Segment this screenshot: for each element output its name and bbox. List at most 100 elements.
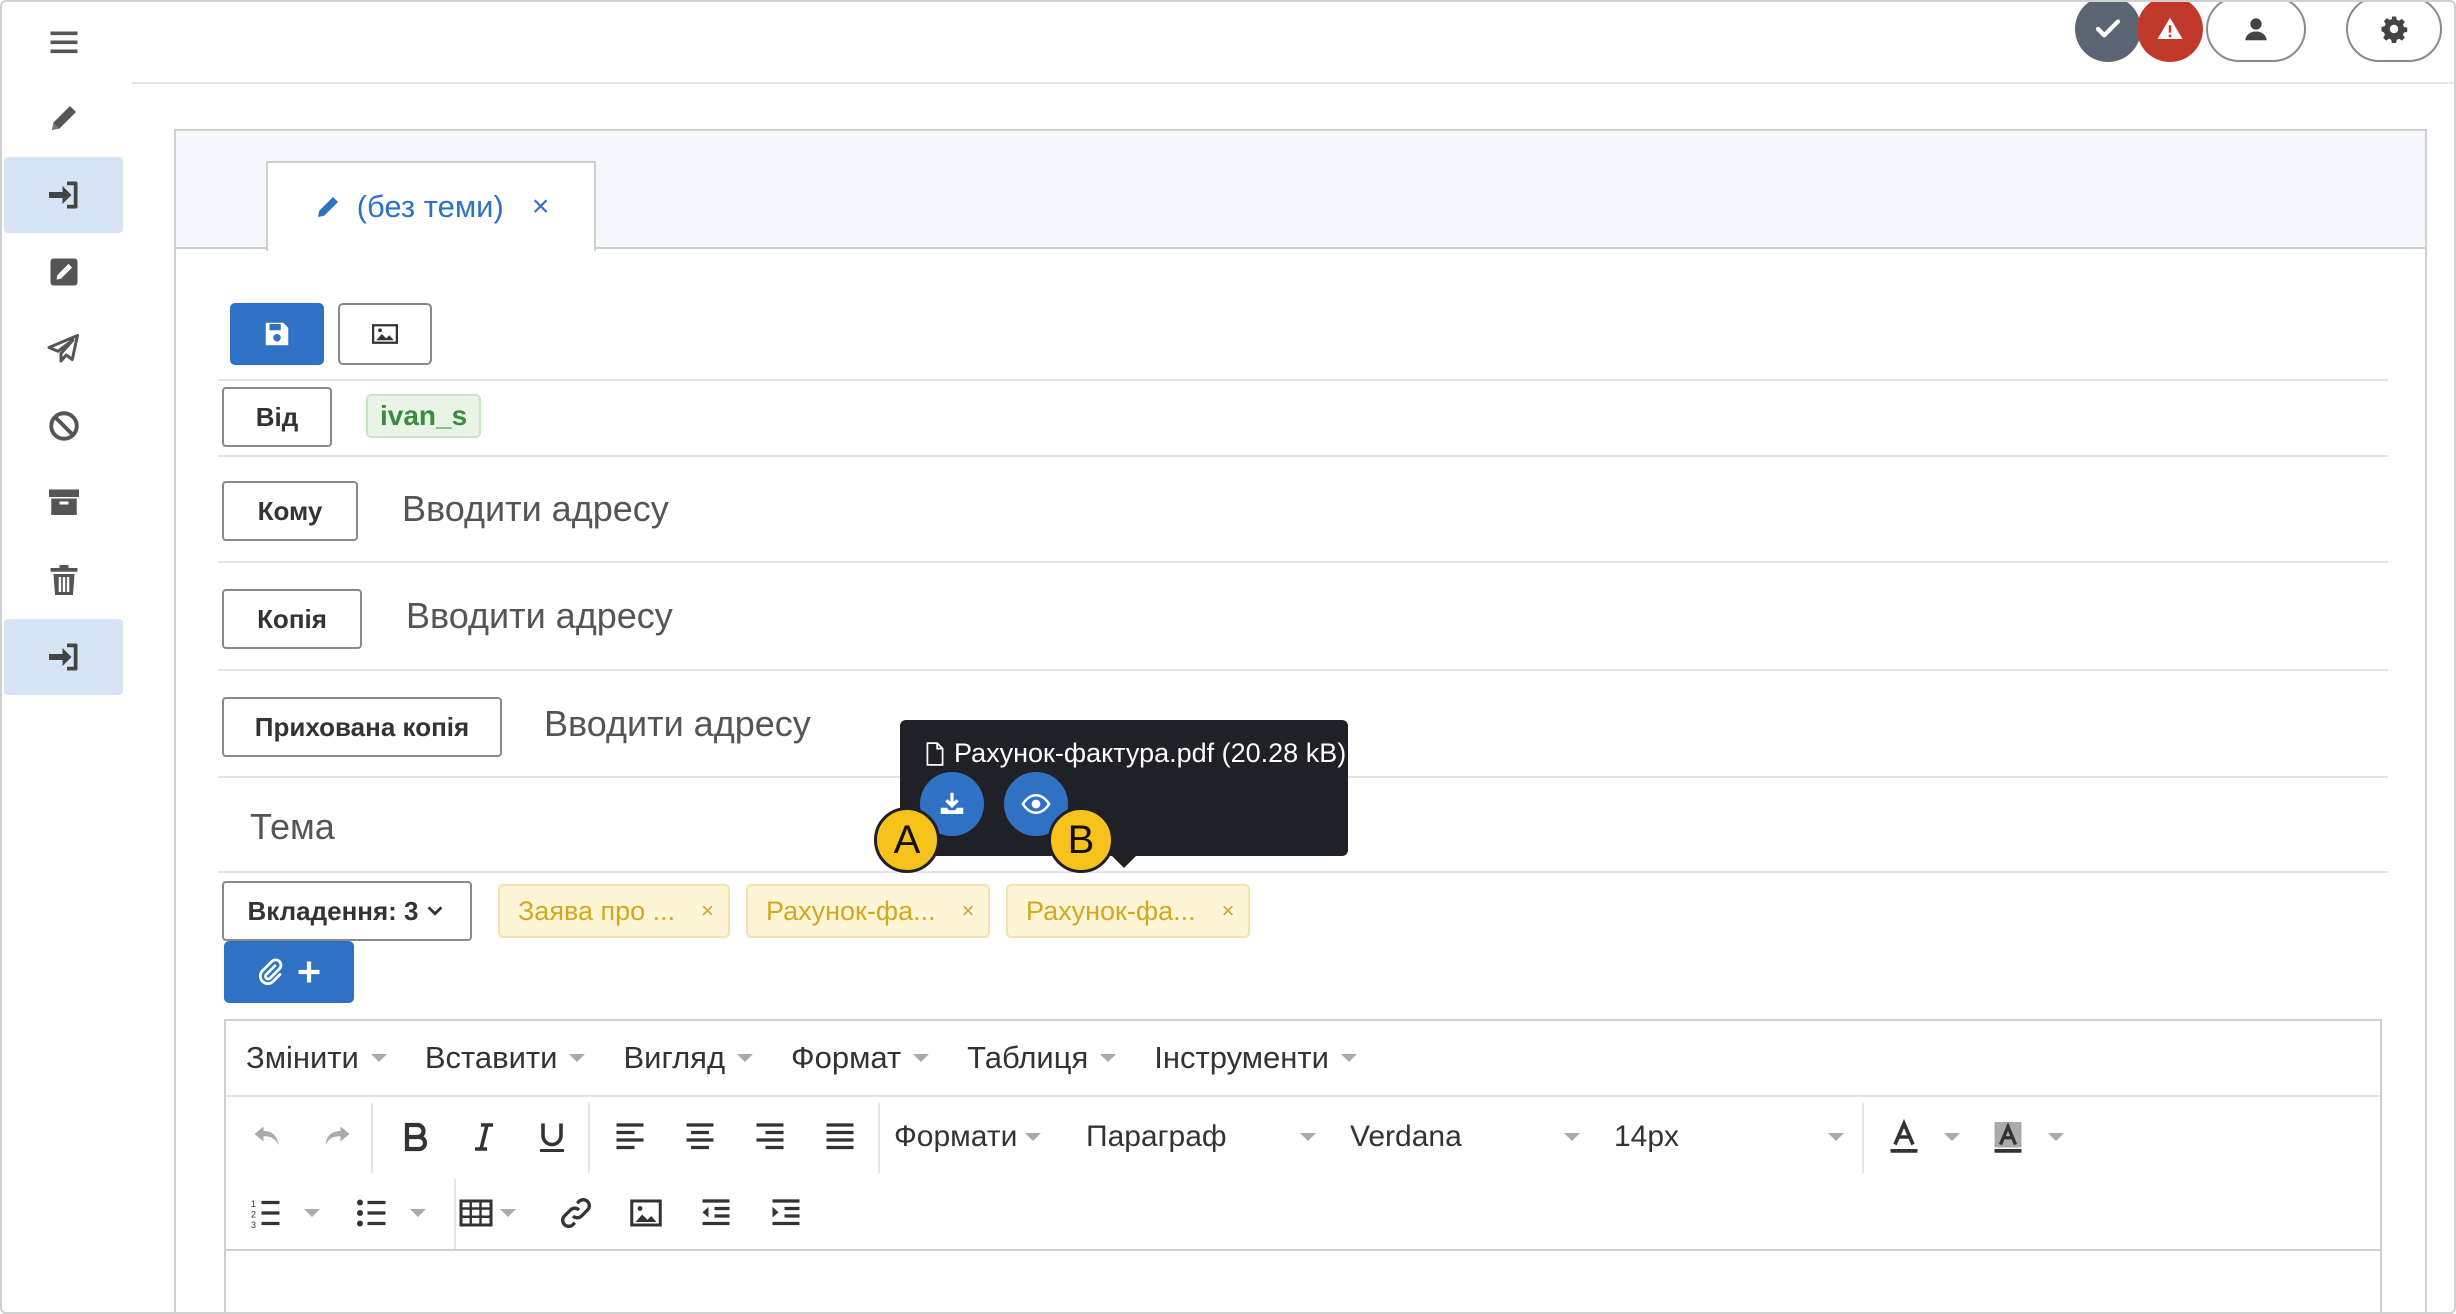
attachment-chip[interactable]: Рахунок-фа... × [746,884,991,938]
attachments-label: Вкладення: 3 [247,895,419,926]
bcc-button[interactable]: Прихована копія [222,697,502,757]
underline-button[interactable] [530,1115,574,1159]
redo-button[interactable] [314,1115,358,1159]
tooltip-arrow [1110,854,1138,868]
alert-button[interactable] [2137,2,2203,62]
menu-insert-label: Вставити [424,1040,558,1075]
block-format-label: Параграф [1086,1120,1227,1153]
outdent-button[interactable] [694,1191,738,1235]
svg-text:1: 1 [251,1199,256,1209]
sidebar-item-trash[interactable] [4,542,123,618]
align-right-button[interactable] [748,1115,792,1159]
remove-attachment-icon[interactable]: × [1222,898,1235,924]
from-user-chip: ivan_s [366,394,482,438]
insert-link-button[interactable] [554,1191,598,1235]
sidebar-item-sent[interactable] [4,311,123,387]
menu-tools[interactable]: Інструменти [1154,1040,1357,1076]
align-justify-button[interactable] [818,1115,862,1159]
rich-text-editor: Змінити Вставити Вигляд Формат Таблиця І… [224,1019,2382,1312]
topbar [132,2,2454,84]
divider [218,669,2388,671]
warning-icon [2157,17,2183,39]
attachments-dropdown[interactable]: Вкладення: 3 [222,881,472,941]
menu-table-label: Таблиця [967,1040,1089,1075]
menu-view[interactable]: Вигляд [623,1040,754,1076]
status-ok-button[interactable] [2075,2,2141,62]
trash-icon [50,565,77,595]
table-button[interactable] [458,1191,538,1235]
attachment-chip[interactable]: Рахунок-фа... × [1006,884,1251,938]
floppy-disk-icon [265,322,289,346]
menu-edit-label: Змінити [246,1040,359,1075]
indent-button[interactable] [764,1191,808,1235]
sidebar-item-spam[interactable] [4,388,123,464]
cc-input[interactable]: Вводити адресу [406,595,673,637]
font-size-dropdown[interactable]: 14px [1614,1115,1844,1159]
image-icon [372,324,398,344]
sidebar-item-archive[interactable] [4,465,123,541]
to-button[interactable]: Кому [222,481,358,541]
annotation-marker-a: A [874,807,940,873]
hamburger-menu-button[interactable] [4,4,123,80]
block-format-dropdown[interactable]: Параграф [1086,1115,1316,1159]
font-family-dropdown[interactable]: Verdana [1350,1115,1580,1159]
bold-button[interactable] [394,1115,438,1159]
ban-icon [48,411,79,441]
annotation-marker-b: B [1048,807,1114,873]
divider [218,561,2388,563]
bcc-input[interactable]: Вводити адресу [544,703,811,745]
align-left-button[interactable] [608,1115,652,1159]
attachment-chip[interactable]: Заява про ... × [498,884,731,938]
tab-compose[interactable]: (без теми) × [266,161,596,251]
menu-edit[interactable]: Змінити [246,1040,387,1076]
sidebar [2,2,127,1312]
insert-image-tool-button[interactable] [624,1191,668,1235]
sidebar-item-folder[interactable] [4,619,123,695]
underline-icon [540,1123,564,1152]
check-icon [2095,19,2121,38]
settings-button[interactable] [2346,2,2442,62]
sidebar-item-compose[interactable] [4,80,123,156]
menu-format-label: Формат [791,1040,902,1075]
chevron-down-icon [428,906,443,916]
svg-text:2: 2 [251,1210,256,1220]
paper-plane-icon [47,334,79,363]
sign-in-icon [48,643,77,671]
to-input[interactable]: Вводити адресу [402,488,669,530]
cc-button[interactable]: Копія [222,589,362,649]
menu-view-label: Вигляд [623,1040,726,1075]
remove-attachment-icon[interactable]: × [701,898,714,924]
tab-close-icon[interactable]: × [532,190,550,224]
undo-button[interactable] [246,1115,290,1159]
file-icon [926,741,944,766]
italic-icon [475,1123,493,1151]
align-center-button[interactable] [678,1115,722,1159]
menu-insert[interactable]: Вставити [425,1040,586,1076]
menu-table[interactable]: Таблиця [967,1040,1117,1076]
eye-icon [1021,793,1051,815]
link-icon [561,1198,591,1228]
bullet-list-button[interactable] [354,1191,434,1235]
save-button[interactable] [230,303,324,365]
add-attachment-button[interactable] [224,941,354,1003]
background-color-button[interactable] [1990,1115,2080,1159]
user-profile-button[interactable] [2206,2,2306,62]
bullet-list-icon [357,1199,386,1227]
italic-button[interactable] [462,1115,506,1159]
sidebar-item-inbox[interactable] [4,157,123,233]
remove-attachment-icon[interactable]: × [962,898,975,924]
hamburger-icon [50,31,77,54]
gear-icon [2381,16,2408,43]
formats-dropdown[interactable]: Формати [894,1115,1042,1159]
subject-input[interactable]: Тема [250,806,335,848]
download-icon [940,792,964,814]
insert-image-button[interactable] [338,303,432,365]
tooltip-file-name: Рахунок-фактура.pdf (20.28 kB) [954,738,1347,768]
sidebar-item-drafts[interactable] [4,234,123,310]
text-color-button[interactable] [1886,1115,1976,1159]
editor-menubar: Змінити Вставити Вигляд Формат Таблиця І… [226,1021,2380,1097]
from-button[interactable]: Від [222,387,332,447]
numbered-list-button[interactable]: 123 [248,1191,328,1235]
menu-format[interactable]: Формат [791,1040,930,1076]
edit-square-icon [50,258,77,286]
